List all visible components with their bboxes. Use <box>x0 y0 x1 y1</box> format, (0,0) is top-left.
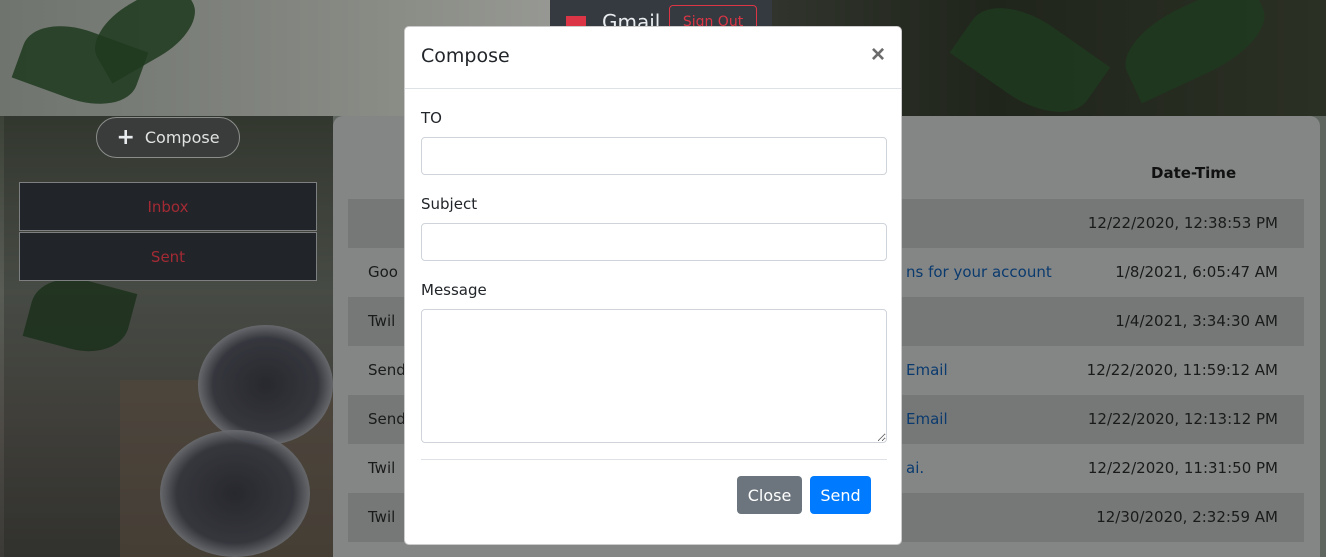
to-label: TO <box>421 109 442 127</box>
send-button[interactable]: Send <box>810 476 871 514</box>
row-date: 12/22/2020, 12:13:12 PM <box>1087 410 1278 428</box>
subject-label: Subject <box>421 195 478 213</box>
row-date: 12/22/2020, 11:59:12 AM <box>1086 361 1278 379</box>
sidebar-item-inbox[interactable]: Inbox <box>19 182 317 231</box>
to-field[interactable] <box>421 137 887 175</box>
modal-header: Compose × <box>405 27 901 89</box>
row-sender: Twil <box>368 312 396 330</box>
row-sender: Goo <box>368 263 398 281</box>
row-date: 12/22/2020, 12:38:53 PM <box>1087 214 1278 232</box>
row-sender: Twil <box>368 508 396 526</box>
row-date: 12/30/2020, 2:32:59 AM <box>1096 508 1278 526</box>
close-icon[interactable]: × <box>871 43 885 67</box>
row-sender: Send <box>368 361 406 379</box>
compose-button-label: Compose <box>144 128 220 147</box>
message-field[interactable] <box>421 309 887 443</box>
compose-modal: Compose × TO Subject Message Close Send <box>404 26 902 545</box>
row-date: 1/8/2021, 6:05:47 AM <box>1115 263 1278 281</box>
message-label: Message <box>421 281 487 299</box>
compose-button[interactable]: + Compose <box>96 117 240 158</box>
modal-divider <box>421 459 887 460</box>
row-date: 12/22/2020, 11:31:50 PM <box>1087 459 1278 477</box>
row-sender: Twil <box>368 459 396 477</box>
sidebar-item-sent[interactable]: Sent <box>19 232 317 281</box>
row-date: 1/4/2021, 3:34:30 AM <box>1115 312 1278 330</box>
close-button[interactable]: Close <box>737 476 802 514</box>
row-subject[interactable]: Email <box>906 410 948 428</box>
subject-field[interactable] <box>421 223 887 261</box>
row-subject[interactable]: Email <box>906 361 948 379</box>
plus-icon: + <box>116 124 135 150</box>
modal-title: Compose <box>421 45 510 67</box>
row-subject[interactable]: ns for your account <box>906 263 1052 281</box>
row-subject[interactable]: ai. <box>906 459 924 477</box>
row-sender: Send <box>368 410 406 428</box>
date-time-column-header: Date-Time <box>1151 164 1237 182</box>
